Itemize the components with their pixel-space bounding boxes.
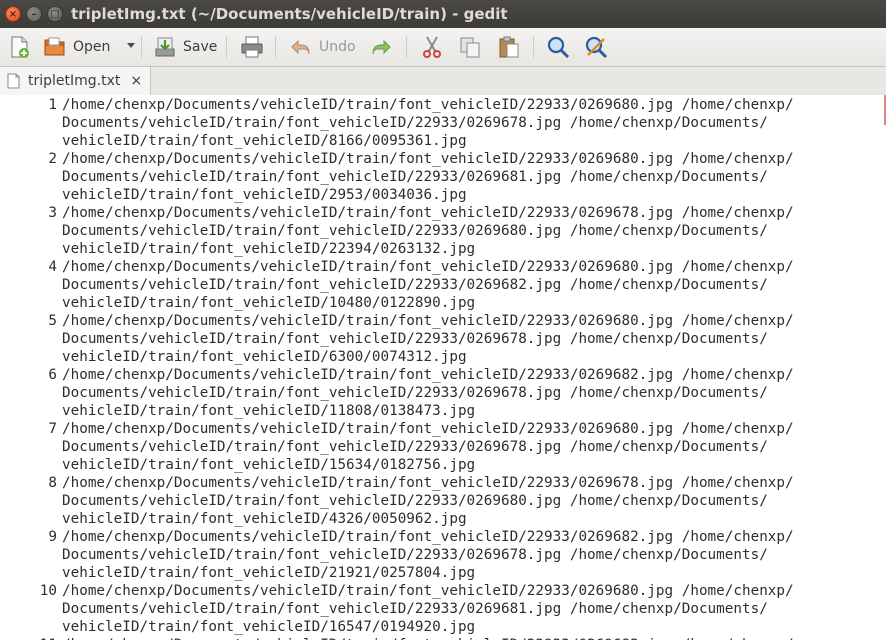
save-label: Save	[183, 39, 218, 55]
cut-icon	[420, 35, 444, 59]
line-text-row[interactable]: /home/chenxp/Documents/vehicleID/train/f…	[62, 312, 862, 330]
find-icon	[546, 35, 570, 59]
line-number: 7	[48, 421, 57, 437]
line-text-row[interactable]: Documents/vehicleID/train/font_vehicleID…	[62, 492, 862, 510]
line-text-row[interactable]: Documents/vehicleID/train/font_vehicleID…	[62, 438, 862, 456]
line-text-row[interactable]: vehicleID/train/font_vehicleID/4326/0050…	[62, 510, 862, 528]
toolbar-separator	[226, 36, 227, 58]
text-editor[interactable]: 1/home/chenxp/Documents/vehicleID/train/…	[0, 95, 886, 640]
toolbar-separator	[141, 36, 142, 58]
line-text[interactable]: /home/chenxp/Documents/vehicleID/train/f…	[62, 150, 862, 204]
toolbar-separator	[533, 36, 534, 58]
line-number: 5	[48, 313, 57, 329]
maximize-window-button[interactable]: □	[47, 6, 63, 22]
line-number: 6	[48, 367, 57, 383]
line-text-row[interactable]: /home/chenxp/Documents/vehicleID/train/f…	[62, 258, 862, 276]
undo-label: Undo	[319, 39, 356, 55]
line-number: 3	[48, 205, 57, 221]
minimize-window-button[interactable]: –	[26, 6, 42, 22]
line-text[interactable]: /home/chenxp/Documents/vehicleID/train/f…	[62, 582, 862, 636]
find-button[interactable]	[546, 32, 570, 62]
close-window-button[interactable]: ×	[5, 6, 21, 22]
line-text-row[interactable]: vehicleID/train/font_vehicleID/8166/0095…	[62, 132, 862, 150]
line-text[interactable]: /home/chenxp/Documents/vehicleID/train/f…	[62, 366, 862, 420]
paste-button[interactable]	[497, 32, 521, 62]
line-text-row[interactable]: Documents/vehicleID/train/font_vehicleID…	[62, 546, 862, 564]
line-text[interactable]: /home/chenxp/Documents/vehicleID/train/f…	[62, 636, 862, 640]
line-number: 10	[39, 583, 57, 599]
line-text-row[interactable]: /home/chenxp/Documents/vehicleID/train/f…	[62, 150, 862, 168]
line-text-row[interactable]: Documents/vehicleID/train/font_vehicleID…	[62, 168, 862, 186]
line-text-row[interactable]: /home/chenxp/Documents/vehicleID/train/f…	[62, 204, 862, 222]
open-folder-icon	[43, 35, 67, 59]
open-button[interactable]: Open	[43, 32, 110, 62]
line-text-row[interactable]: vehicleID/train/font_vehicleID/21921/025…	[62, 564, 862, 582]
save-button[interactable]: Save	[153, 32, 217, 62]
line-text[interactable]: /home/chenxp/Documents/vehicleID/train/f…	[62, 312, 862, 366]
line-text-row[interactable]: /home/chenxp/Documents/vehicleID/train/f…	[62, 636, 862, 640]
line-text-row[interactable]: /home/chenxp/Documents/vehicleID/train/f…	[62, 582, 862, 600]
line-text[interactable]: /home/chenxp/Documents/vehicleID/train/f…	[62, 204, 862, 258]
open-label: Open	[73, 39, 111, 55]
toolbar-separator	[275, 36, 276, 58]
redo-icon	[369, 35, 393, 59]
line-text-row[interactable]: vehicleID/train/font_vehicleID/10480/012…	[62, 294, 862, 312]
undo-icon	[289, 35, 313, 59]
new-document-button[interactable]	[7, 32, 31, 62]
close-tab-icon[interactable]: ×	[130, 73, 142, 89]
save-icon	[153, 35, 177, 59]
document-tabbar: tripletImg.txt ×	[0, 67, 886, 96]
line-text-row[interactable]: Documents/vehicleID/train/font_vehicleID…	[62, 114, 862, 132]
line-text-row[interactable]: vehicleID/train/font_vehicleID/22394/026…	[62, 240, 862, 258]
line-text-row[interactable]: Documents/vehicleID/train/font_vehicleID…	[62, 276, 862, 294]
paste-icon	[497, 35, 521, 59]
line-text-row[interactable]: /home/chenxp/Documents/vehicleID/train/f…	[62, 528, 862, 546]
line-number: 9	[48, 529, 57, 545]
line-number: 4	[48, 259, 57, 275]
line-number: 11	[0, 636, 57, 640]
line-number: 8	[48, 475, 57, 491]
line-text[interactable]: /home/chenxp/Documents/vehicleID/train/f…	[62, 528, 862, 582]
line-text[interactable]: /home/chenxp/Documents/vehicleID/train/f…	[62, 474, 862, 528]
print-icon	[240, 35, 264, 59]
line-text-row[interactable]: Documents/vehicleID/train/font_vehicleID…	[62, 600, 862, 618]
cut-button[interactable]	[420, 32, 444, 62]
toolbar-separator	[406, 36, 407, 58]
document-tab[interactable]: tripletImg.txt ×	[0, 67, 151, 95]
line-text-row[interactable]: Documents/vehicleID/train/font_vehicleID…	[62, 330, 862, 348]
new-document-icon	[7, 35, 31, 59]
line-text-row[interactable]: /home/chenxp/Documents/vehicleID/train/f…	[62, 420, 862, 438]
line-text-row[interactable]: vehicleID/train/font_vehicleID/2953/0034…	[62, 186, 862, 204]
window-title: tripletImg.txt (~/Documents/vehicleID/tr…	[71, 5, 508, 23]
line-text-row[interactable]: vehicleID/train/font_vehicleID/11808/013…	[62, 402, 862, 420]
redo-button[interactable]	[369, 32, 393, 62]
line-text-row[interactable]: Documents/vehicleID/train/font_vehicleID…	[62, 384, 862, 402]
print-button[interactable]	[240, 32, 264, 62]
find-replace-icon	[584, 35, 608, 59]
line-text-row[interactable]: vehicleID/train/font_vehicleID/16547/019…	[62, 618, 862, 636]
line-number: 2	[48, 151, 57, 167]
copy-icon	[458, 35, 482, 59]
line-text-row[interactable]: /home/chenxp/Documents/vehicleID/train/f…	[62, 96, 862, 114]
line-text[interactable]: /home/chenxp/Documents/vehicleID/train/f…	[62, 420, 862, 474]
text-document-icon	[7, 73, 20, 89]
tab-label: tripletImg.txt	[28, 73, 121, 89]
line-text-row[interactable]: vehicleID/train/font_vehicleID/6300/0074…	[62, 348, 862, 366]
line-text[interactable]: /home/chenxp/Documents/vehicleID/train/f…	[62, 96, 862, 150]
line-text-row[interactable]: Documents/vehicleID/train/font_vehicleID…	[62, 222, 862, 240]
window-titlebar: × – □ tripletImg.txt (~/Documents/vehicl…	[0, 0, 886, 28]
copy-button[interactable]	[458, 32, 482, 62]
line-text-row[interactable]: /home/chenxp/Documents/vehicleID/train/f…	[62, 474, 862, 492]
toolbar: Open Save Undo	[0, 28, 886, 67]
undo-button[interactable]: Undo	[289, 32, 356, 62]
open-dropdown-arrow[interactable]	[127, 43, 135, 48]
line-text-row[interactable]: vehicleID/train/font_vehicleID/15634/018…	[62, 456, 862, 474]
line-number: 1	[48, 97, 57, 113]
line-text[interactable]: /home/chenxp/Documents/vehicleID/train/f…	[62, 258, 862, 312]
line-text-row[interactable]: /home/chenxp/Documents/vehicleID/train/f…	[62, 366, 862, 384]
find-replace-button[interactable]	[584, 32, 608, 62]
